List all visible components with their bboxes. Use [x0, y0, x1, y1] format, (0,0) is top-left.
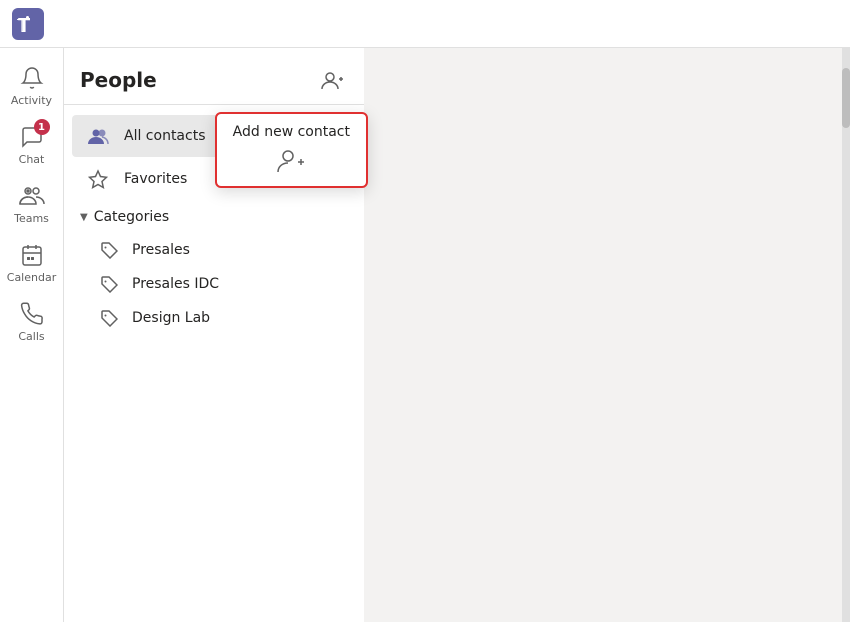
- sidebar-item-calls[interactable]: Calls: [0, 292, 63, 351]
- sidebar-item-chat[interactable]: 1 Chat: [0, 115, 63, 174]
- sidebar-item-label-activity: Activity: [11, 94, 52, 107]
- bell-icon: [18, 64, 46, 92]
- page-title: People: [80, 68, 157, 92]
- calendar-icon: [18, 241, 46, 269]
- tooltip-label: Add new contact: [233, 124, 350, 140]
- contacts-icon: [88, 125, 112, 147]
- people-actions: Add new contact: [316, 64, 348, 96]
- category-name-presales-idc: Presales IDC: [132, 276, 219, 292]
- category-name-presales: Presales: [132, 242, 190, 258]
- scrollbar[interactable]: [842, 48, 850, 622]
- categories-label: Categories: [94, 209, 169, 225]
- sidebar: Activity 1 Chat: [0, 48, 64, 622]
- title-bar: T 𝕋: [0, 0, 850, 48]
- category-name-design-lab: Design Lab: [132, 310, 210, 326]
- chat-badge: 1: [34, 119, 50, 135]
- calls-icon: [18, 300, 46, 328]
- people-header: People Add new contact: [64, 48, 364, 105]
- sidebar-item-label-teams: Teams: [14, 212, 49, 225]
- categories-section-header[interactable]: ▼ Categories: [64, 201, 364, 233]
- sidebar-item-teams[interactable]: Teams: [0, 174, 63, 233]
- chat-icon: 1: [18, 123, 46, 151]
- right-content-area: [364, 48, 850, 622]
- contact-name-favorites: Favorites: [124, 171, 187, 187]
- sidebar-item-label-calendar: Calendar: [7, 271, 56, 284]
- add-contact-button[interactable]: [316, 64, 348, 96]
- sidebar-item-activity[interactable]: Activity: [0, 56, 63, 115]
- add-contact-tooltip: Add new contact: [215, 112, 368, 188]
- category-item-design-lab[interactable]: Design Lab: [64, 301, 364, 335]
- add-contact-icon: [321, 69, 343, 91]
- sidebar-item-calendar[interactable]: Calendar: [0, 233, 63, 292]
- teams-logo-icon: T 𝕋: [12, 8, 44, 40]
- tooltip-add-contact-icon: [276, 146, 306, 176]
- main-layout: Activity 1 Chat: [0, 48, 850, 622]
- scrollbar-thumb[interactable]: [842, 68, 850, 128]
- people-panel: People Add new contact: [64, 48, 364, 622]
- contact-name-all: All contacts: [124, 128, 206, 144]
- tag-icon-presales-idc: [100, 275, 120, 293]
- teams-icon: [18, 182, 46, 210]
- sidebar-item-label-chat: Chat: [19, 153, 45, 166]
- tag-icon-design-lab: [100, 309, 120, 327]
- chevron-down-icon: ▼: [80, 212, 88, 223]
- category-item-presales-idc[interactable]: Presales IDC: [64, 267, 364, 301]
- sidebar-item-label-calls: Calls: [18, 330, 44, 343]
- tag-icon-presales: [100, 241, 120, 259]
- category-item-presales[interactable]: Presales: [64, 233, 364, 267]
- svg-text:𝕋: 𝕋: [17, 16, 30, 37]
- star-icon: [88, 169, 112, 189]
